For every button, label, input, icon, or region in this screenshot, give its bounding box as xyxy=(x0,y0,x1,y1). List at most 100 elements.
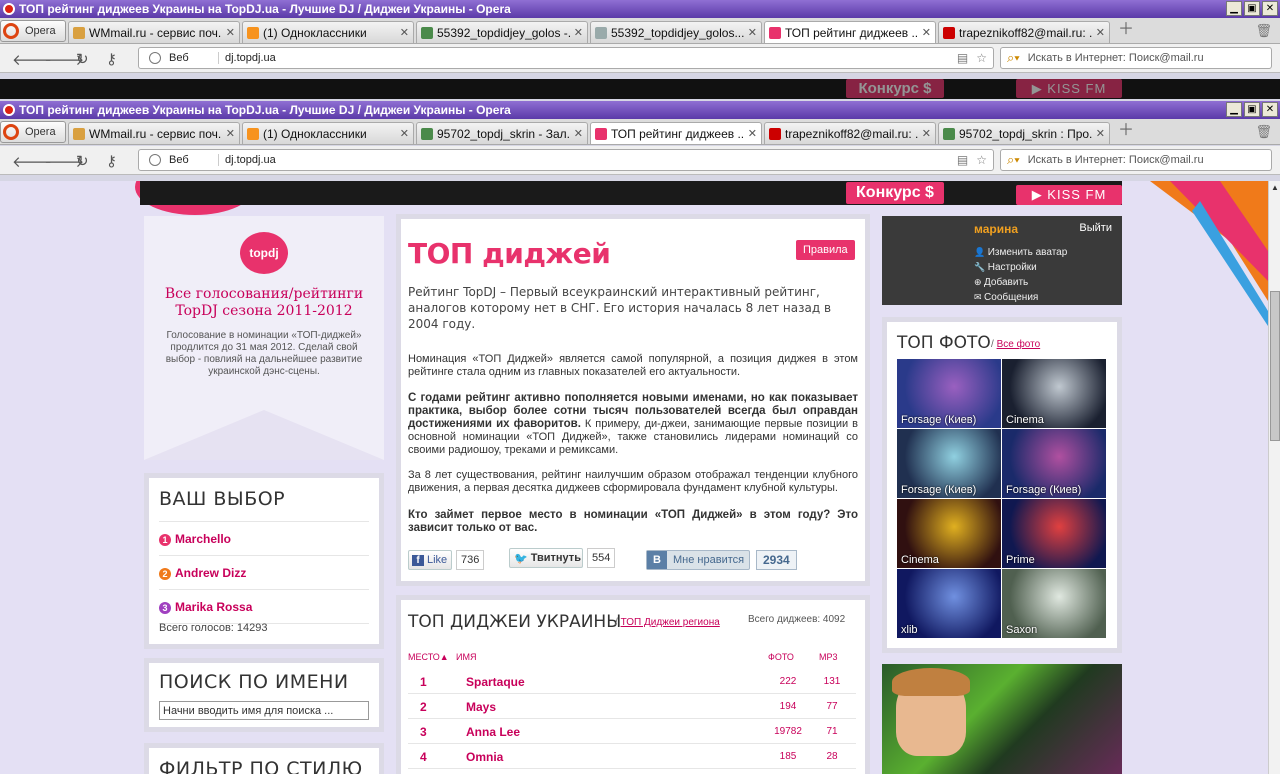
address-field[interactable]: Веб dj.topdj.ua ▤ ☆ xyxy=(138,149,994,171)
search-engine-icon[interactable]: ⌕▾ xyxy=(1007,50,1020,66)
sort-photo-header[interactable]: ФОТО xyxy=(768,652,794,662)
close-button[interactable]: ✕ xyxy=(1262,102,1278,117)
all-photos-link[interactable]: Все фото xyxy=(997,339,1041,350)
sort-mp3-header[interactable]: MP3 xyxy=(819,652,838,662)
minimize-button[interactable]: ▁ xyxy=(1226,1,1242,16)
name-search-input[interactable] xyxy=(159,701,369,720)
browser-tab[interactable]: trapeznikoff82@mail.ru: ... ✕ xyxy=(764,122,936,144)
star-icon[interactable]: ☆ xyxy=(976,51,987,65)
promo-title[interactable]: Все голосования/рейтинги TopDJ сезона 20… xyxy=(158,286,370,320)
dj-name-link[interactable]: Mays xyxy=(466,700,496,714)
browser-tab[interactable]: trapeznikoff82@mail.ru: ... ✕ xyxy=(938,21,1110,43)
rules-button[interactable]: Правила xyxy=(796,240,855,260)
new-tab-icon[interactable]: ＋ xyxy=(1118,15,1134,39)
trash-icon[interactable]: 🗑 xyxy=(1255,124,1272,140)
address-field[interactable]: Веб dj.topdj.ua ▤ ☆ xyxy=(138,47,994,69)
key-icon[interactable]: ⚷ xyxy=(106,50,117,68)
photo-thumbnail[interactable]: Prime xyxy=(1002,499,1106,568)
choice-item[interactable]: 1 Marchello xyxy=(159,522,369,556)
tab-close-icon[interactable]: ✕ xyxy=(1096,26,1105,39)
sort-name-header[interactable]: ИМЯ xyxy=(456,652,476,662)
reload-icon[interactable]: ↻ xyxy=(76,152,89,170)
choice-item[interactable]: 2 Andrew Dizz xyxy=(159,556,369,590)
browser-tab[interactable]: ТОП рейтинг диджеев ... ✕ xyxy=(590,122,762,144)
browser-tab[interactable]: 95702_topdj_skrin - Зал... ✕ xyxy=(416,122,588,144)
konkurs-banner[interactable]: Конкурс $ xyxy=(846,182,944,204)
rss-icon[interactable]: ▤ xyxy=(957,51,968,65)
search-field[interactable]: ⌕▾ Искать в Интернет: Поиск@mail.ru xyxy=(1000,47,1272,69)
photo-thumbnail[interactable]: xlib xyxy=(897,569,1001,638)
browser-tab[interactable]: 55392_topdidjey_golos.... ✕ xyxy=(590,21,762,43)
tab-close-icon[interactable]: ✕ xyxy=(226,26,235,39)
konkurs-banner-bg: Конкурс $ xyxy=(846,79,944,98)
maximize-button[interactable]: ▣ xyxy=(1244,1,1260,16)
maximize-button[interactable]: ▣ xyxy=(1244,102,1260,117)
choice-item[interactable]: 3 Marika Rossa xyxy=(159,590,369,624)
dj-name-link[interactable]: Anna Lee xyxy=(466,725,520,739)
ranking-row[interactable]: 1 Spartaque 222 131 xyxy=(408,669,856,694)
browser-tab[interactable]: (1) Одноклассники ✕ xyxy=(242,21,414,43)
close-button[interactable]: ✕ xyxy=(1262,1,1278,16)
tab-close-icon[interactable]: ✕ xyxy=(400,127,409,140)
minimize-button[interactable]: ▁ xyxy=(1226,102,1242,117)
photo-thumbnail[interactable]: Cinema xyxy=(897,499,1001,568)
promo-banner-image[interactable] xyxy=(882,664,1122,774)
ranking-row[interactable]: 3 Anna Lee 19782 71 xyxy=(408,719,856,744)
tab-favicon-icon xyxy=(943,127,955,140)
user-menu-link[interactable]: ✉ Сообщения xyxy=(974,290,1067,305)
tab-close-icon[interactable]: ✕ xyxy=(748,26,757,39)
opera-logo-icon xyxy=(3,3,15,15)
scrollbar-thumb[interactable] xyxy=(1270,291,1280,441)
photo-thumbnail[interactable]: Forsage (Киев) xyxy=(897,429,1001,498)
kissfm-banner[interactable]: ▶ KISS FM xyxy=(1016,185,1122,205)
tab-close-icon[interactable]: ✕ xyxy=(922,127,931,140)
photo-thumbnail[interactable]: Forsage (Киев) xyxy=(897,359,1001,428)
logout-link[interactable]: Выйти xyxy=(1079,222,1112,234)
user-menu-link[interactable]: ⊕ Добавить xyxy=(974,275,1067,290)
ranking-row[interactable]: 4 Omnia 185 28 xyxy=(408,744,856,769)
key-icon[interactable]: ⚷ xyxy=(106,152,117,170)
reload-icon[interactable]: ↻ xyxy=(76,50,89,68)
opera-menu-button[interactable]: Opera xyxy=(0,20,66,42)
dj-name-link[interactable]: Omnia xyxy=(466,750,503,764)
browser-tab[interactable]: (1) Одноклассники ✕ xyxy=(242,122,414,144)
star-icon[interactable]: ☆ xyxy=(976,153,987,167)
facebook-like-button[interactable]: f Like xyxy=(408,550,452,570)
scroll-up-icon[interactable]: ▲ xyxy=(1270,183,1280,192)
topdj-logo[interactable]: topdj xyxy=(240,232,288,274)
url-text[interactable]: dj.topdj.ua xyxy=(225,154,276,166)
username[interactable]: марина xyxy=(974,222,1018,236)
tab-close-icon[interactable]: ✕ xyxy=(922,26,931,39)
browser-tab[interactable]: ТОП рейтинг диджеев ... ✕ xyxy=(764,21,936,43)
tab-close-icon[interactable]: ✕ xyxy=(400,26,409,39)
trash-icon[interactable]: 🗑 xyxy=(1255,23,1272,39)
url-text[interactable]: dj.topdj.ua xyxy=(225,52,276,64)
browser-tab[interactable]: 55392_topdidjey_golos -... ✕ xyxy=(416,21,588,43)
rss-icon[interactable]: ▤ xyxy=(957,153,968,167)
dj-name-link[interactable]: Spartaque xyxy=(466,675,525,689)
konkurs-label: Конкурс $ xyxy=(856,184,934,201)
region-link[interactable]: ТОП Диджеи региона xyxy=(621,617,720,628)
tab-close-icon[interactable]: ✕ xyxy=(574,127,583,140)
search-field[interactable]: ⌕▾ Искать в Интернет: Поиск@mail.ru xyxy=(1000,149,1272,171)
user-menu-link[interactable]: 🔧 Настройки xyxy=(974,260,1067,275)
tweet-button[interactable]: 🐦 Твитнуть xyxy=(509,548,583,568)
vk-like-button[interactable]: B Мне нравится xyxy=(646,550,750,570)
new-tab-icon[interactable]: ＋ xyxy=(1118,116,1134,140)
opera-menu-button[interactable]: Opera xyxy=(0,121,66,143)
photo-thumbnail[interactable]: Forsage (Киев) xyxy=(1002,429,1106,498)
tab-close-icon[interactable]: ✕ xyxy=(574,26,583,39)
ranking-row[interactable]: 2 Mays 194 77 xyxy=(408,694,856,719)
search-engine-icon[interactable]: ⌕▾ xyxy=(1007,152,1020,168)
photo-thumbnail[interactable]: Cinema xyxy=(1002,359,1106,428)
vertical-scrollbar[interactable]: ▲ xyxy=(1268,181,1280,774)
tab-close-icon[interactable]: ✕ xyxy=(748,127,757,140)
sort-place-header[interactable]: МЕСТО▲ xyxy=(408,652,449,662)
browser-tab[interactable]: WMmail.ru - сервис поч... ✕ xyxy=(68,21,240,43)
browser-tab[interactable]: 95702_topdj_skrin : Про... ✕ xyxy=(938,122,1110,144)
browser-tab[interactable]: WMmail.ru - сервис поч... ✕ xyxy=(68,122,240,144)
photo-thumbnail[interactable]: Saxon xyxy=(1002,569,1106,638)
user-menu-link[interactable]: 👤 Изменить аватар xyxy=(974,245,1067,260)
tab-close-icon[interactable]: ✕ xyxy=(226,127,235,140)
tab-close-icon[interactable]: ✕ xyxy=(1096,127,1105,140)
